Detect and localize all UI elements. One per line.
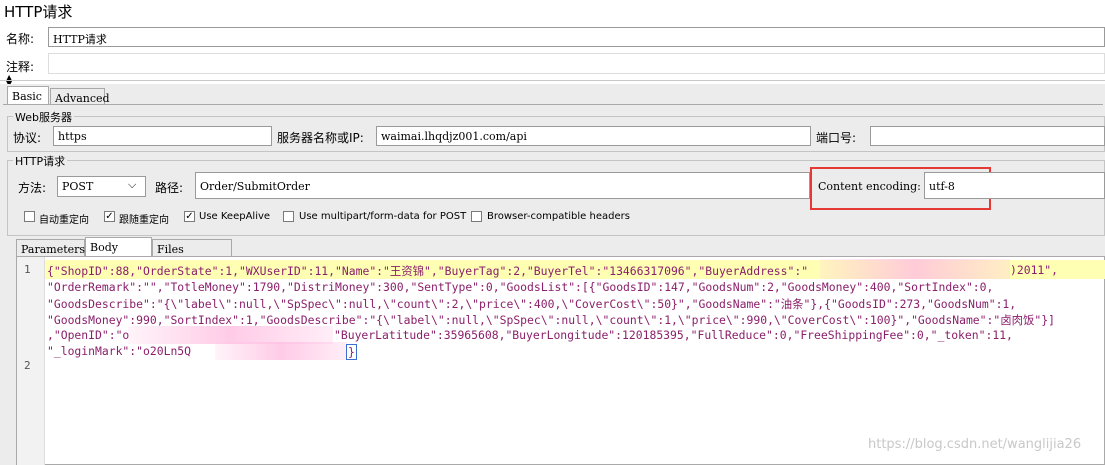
redacted-address xyxy=(820,259,1010,279)
line-number-gutter xyxy=(17,257,45,465)
server-label: 服务器名称或IP: xyxy=(277,131,364,145)
multipart-checkbox[interactable] xyxy=(283,211,294,222)
web-server-group-title: Web服务器 xyxy=(13,109,74,125)
body-line-2: "OrderRemark":"","TotleMoney":1790,"Dist… xyxy=(47,280,994,294)
tab-advanced[interactable]: Advanced xyxy=(50,88,110,105)
body-line-6: "_loginMark":"o20Ln5Q xyxy=(47,344,192,358)
line-number-2: 2 xyxy=(24,359,31,372)
keepalive-label: Use KeepAlive xyxy=(199,211,271,222)
comment-input[interactable] xyxy=(48,53,1105,74)
follow-redirect-checkbox[interactable]: ✓ xyxy=(104,211,115,222)
splitter[interactable] xyxy=(0,80,1105,81)
body-line-3: "GoodsDescribe":"{\"label\":null,\"SpSpe… xyxy=(47,297,1017,311)
encoding-label: Content encoding: xyxy=(818,180,921,193)
encoding-input[interactable]: utf-8 xyxy=(924,172,1105,199)
body-line-1: {"ShopID":88,"OrderState":1,"WXUserID":1… xyxy=(47,264,809,278)
tab-basic[interactable]: Basic xyxy=(7,86,49,104)
port-input[interactable] xyxy=(870,126,1105,146)
path-label: 路径: xyxy=(155,181,184,195)
name-input[interactable]: HTTP请求 xyxy=(48,27,1105,47)
protocol-input[interactable]: https xyxy=(53,126,272,146)
body-line-5: ,"OpenID":"o xyxy=(47,328,130,342)
path-input[interactable]: Order/SubmitOrder xyxy=(195,172,810,199)
method-value: POST xyxy=(62,180,94,193)
body-line-1-tail: )2011", xyxy=(1010,263,1059,277)
port-label: 端口号: xyxy=(816,131,857,145)
window-title: HTTP请求 xyxy=(4,3,73,21)
line-number-1: 1 xyxy=(24,263,31,276)
tab-divider xyxy=(3,104,1103,105)
body-line-5-tail: "BuyerLatitude":35965608,"BuyerLongitude… xyxy=(334,328,1013,342)
watermark: https://blog.csdn.net/wanglijia26 xyxy=(868,437,1082,452)
auto-redirect-checkbox[interactable] xyxy=(24,211,35,222)
server-input[interactable]: waimai.lhqdjz001.com/api xyxy=(376,126,811,146)
name-label: 名称: xyxy=(6,32,35,46)
multipart-label: Use multipart/form-data for POST xyxy=(299,211,467,222)
tab-files-upload[interactable]: Files Upload xyxy=(152,239,232,269)
follow-redirect-label: 跟随重定向 xyxy=(119,215,169,226)
keepalive-checkbox[interactable]: ✓ xyxy=(184,211,195,222)
method-label: 方法: xyxy=(18,181,47,195)
http-request-group-title: HTTP请求 xyxy=(13,153,68,169)
chevron-down-icon[interactable]: ⌵ xyxy=(128,178,136,192)
redacted-loginmark xyxy=(215,342,347,360)
auto-redirect-label: 自动重定向 xyxy=(39,215,89,226)
browser-headers-label: Browser-compatible headers xyxy=(487,211,630,222)
browser-headers-checkbox[interactable] xyxy=(471,211,482,222)
body-line-6-tail: } xyxy=(346,344,357,360)
tab-parameters[interactable]: Parameters xyxy=(16,239,85,256)
tab-body-data[interactable]: Body Data xyxy=(85,237,152,267)
protocol-label: 协议: xyxy=(13,131,42,145)
